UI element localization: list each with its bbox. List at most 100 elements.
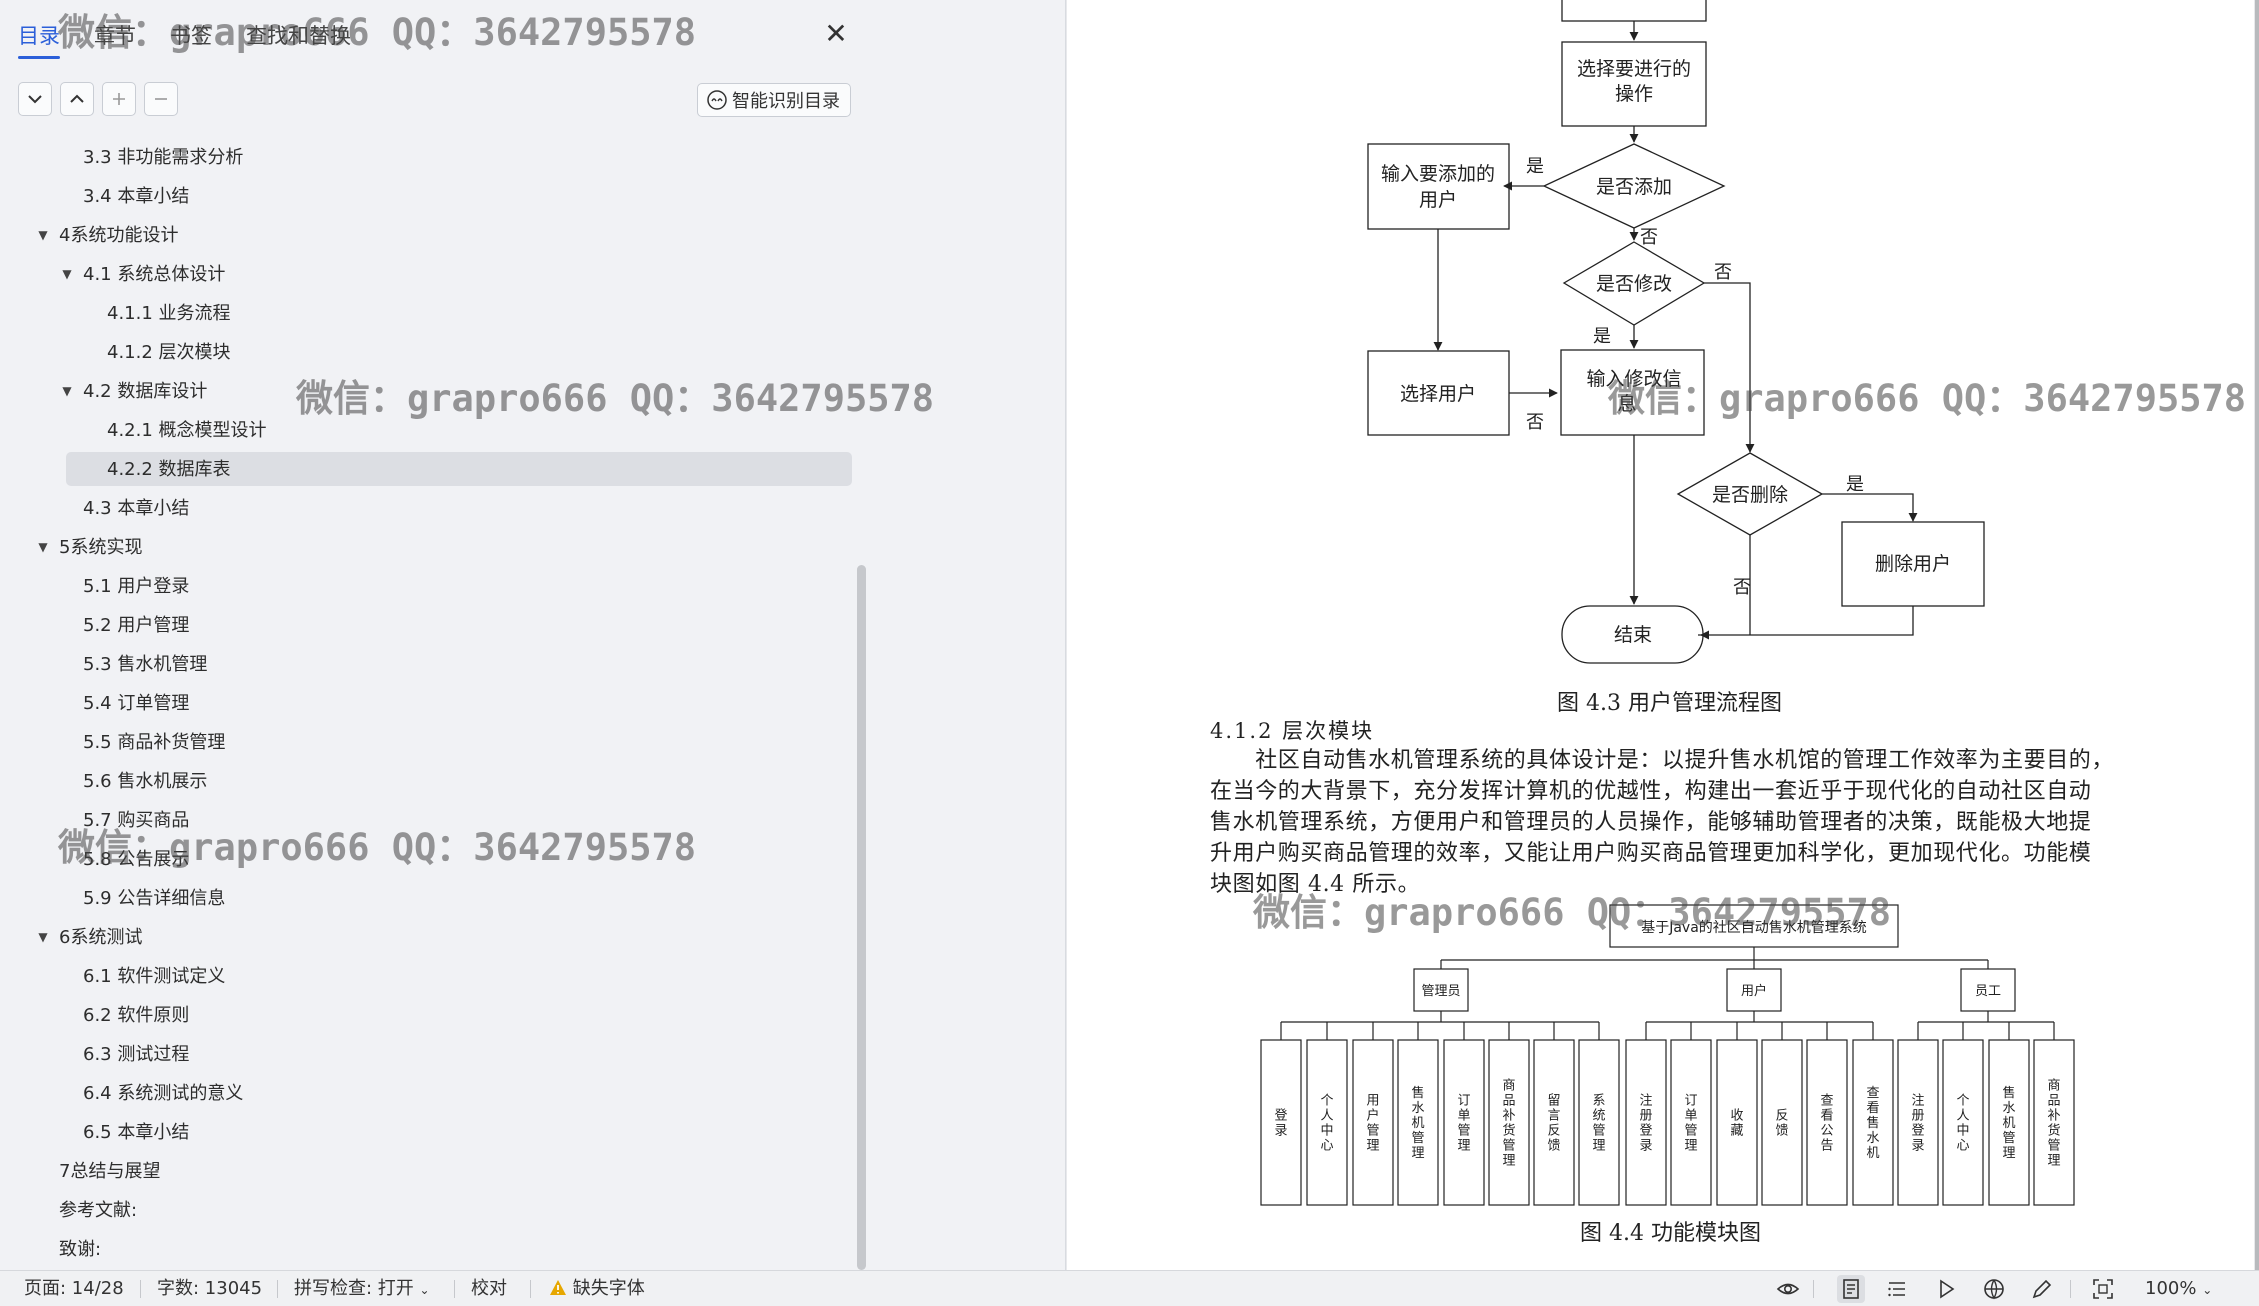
tab-find-replace[interactable]: 查找和替换 <box>246 16 351 56</box>
module-leaf-char: 订 <box>1457 1094 1470 1109</box>
close-icon[interactable]: ✕ <box>820 18 852 50</box>
word-count[interactable]: 字数: 13045 <box>157 1271 262 1306</box>
status-divider <box>277 1280 278 1298</box>
toc-item-label: 5.1 用户登录 <box>83 576 190 597</box>
document-page: 选择要进行的 操作 是否添加 输入要添加的 用户 是否修改 选择用户 输入修改信… <box>1067 0 2254 1270</box>
module-leaf-char: 理 <box>1457 1139 1470 1154</box>
module-leaf-char: 理 <box>2047 1154 2060 1169</box>
module-leaf-char: 录 <box>1274 1124 1287 1139</box>
nav-scrollbar[interactable] <box>857 565 866 1270</box>
module-leaf-char: 理 <box>1592 1139 1605 1154</box>
document-scrollbar[interactable] <box>2255 0 2259 1270</box>
toc-item[interactable]: 3.4 本章小结 <box>0 177 860 216</box>
module-group-label: 员工 <box>1975 984 2001 999</box>
toc-item[interactable]: 6.2 软件原则 <box>0 996 860 1035</box>
module-leaf-char: 藏 <box>1730 1124 1743 1139</box>
page-indicator[interactable]: 页面: 14/28 <box>24 1271 124 1306</box>
toc-item[interactable]: 致谢: <box>0 1230 860 1269</box>
outline-view-icon[interactable] <box>1885 1277 1909 1301</box>
toc-item[interactable]: ▼ 6系统测试 <box>0 918 860 957</box>
toc-item[interactable]: 5.2 用户管理 <box>0 606 860 645</box>
tab-toc[interactable]: 目录 <box>18 16 60 59</box>
module-leaf-char: 查 <box>1820 1094 1833 1109</box>
toc-item[interactable]: 6.1 软件测试定义 <box>0 957 860 996</box>
module-leaf-char: 管 <box>1411 1131 1424 1146</box>
expand-caret-icon[interactable]: ▼ <box>59 255 75 294</box>
module-leaf-char: 反 <box>1547 1124 1560 1139</box>
module-leaf-char: 管 <box>1684 1124 1697 1139</box>
spell-check-toggle[interactable]: 拼写检查: 打开 ⌄ <box>294 1271 430 1306</box>
module-leaf-char: 中 <box>1956 1124 1969 1139</box>
missing-font-button[interactable]: 缺失字体 <box>549 1271 645 1306</box>
plus-icon <box>113 93 125 105</box>
expand-caret-icon[interactable]: ▼ <box>35 918 51 957</box>
toc-item[interactable]: 4.3 本章小结 <box>0 489 860 528</box>
module-leaf-char: 馈 <box>1775 1124 1788 1139</box>
toc-item[interactable]: 4.1.1 业务流程 <box>0 294 860 333</box>
tab-bookmarks[interactable]: 书签 <box>170 16 212 56</box>
page-view-icon[interactable] <box>1837 1275 1865 1303</box>
toc-item-label: 5.3 售水机管理 <box>83 654 208 675</box>
toc-item-label: 6.3 测试过程 <box>83 1044 190 1065</box>
pen-icon[interactable] <box>2030 1277 2054 1301</box>
toc-item[interactable]: 4.2.1 概念模型设计 <box>0 411 860 450</box>
expand-caret-icon[interactable]: ▼ <box>35 216 51 255</box>
module-leaf-char: 管 <box>2002 1131 2015 1146</box>
chevron-up-icon <box>70 94 84 103</box>
toc-item[interactable]: 4.2.2 数据库表 <box>0 450 860 489</box>
smart-toc-button[interactable]: 智能识别目录 <box>697 83 851 117</box>
play-icon[interactable] <box>1934 1277 1958 1301</box>
module-leaf-char: 人 <box>1320 1109 1333 1124</box>
remove-heading-button[interactable] <box>144 82 178 116</box>
tab-chapters[interactable]: 章节 <box>94 16 136 56</box>
toc-item[interactable]: ▼ 4.1 系统总体设计 <box>0 255 860 294</box>
smart-bot-icon <box>707 90 727 110</box>
toc-item-label: 4.2.2 数据库表 <box>107 459 231 480</box>
fit-icon[interactable] <box>2091 1277 2115 1301</box>
status-divider <box>2070 1280 2071 1298</box>
toc-item[interactable]: 3.3 非功能需求分析 <box>0 138 860 177</box>
module-leaf-char: 售 <box>1411 1085 1424 1101</box>
toc-item[interactable]: 参考文献: <box>0 1191 860 1230</box>
module-leaf-char: 管 <box>1592 1124 1605 1139</box>
toc-item[interactable]: 6.5 本章小结 <box>0 1113 860 1152</box>
expand-all-button[interactable] <box>18 82 52 116</box>
eye-icon[interactable] <box>1776 1277 1800 1301</box>
toc-item[interactable]: 5.5 商品补货管理 <box>0 723 860 762</box>
globe-icon[interactable] <box>1982 1277 2006 1301</box>
add-heading-button[interactable] <box>102 82 136 116</box>
toc-item[interactable]: 5.4 订单管理 <box>0 684 860 723</box>
toc-item[interactable]: 5.9 公告详细信息 <box>0 879 860 918</box>
spell-check-label: 拼写检查: 打开 <box>294 1278 414 1299</box>
toc-item[interactable]: 6.4 系统测试的意义 <box>0 1074 860 1113</box>
toc-item[interactable]: 7总结与展望 <box>0 1152 860 1191</box>
expand-caret-icon[interactable]: ▼ <box>59 372 75 411</box>
module-leaf-char: 理 <box>1411 1146 1424 1161</box>
collapse-all-button[interactable] <box>60 82 94 116</box>
toc-item-label: 3.4 本章小结 <box>83 186 190 207</box>
toc-item[interactable]: ▼ 4.2 数据库设计 <box>0 372 860 411</box>
toc-item[interactable]: 5.6 售水机展示 <box>0 762 860 801</box>
module-leaf-char: 商 <box>1502 1079 1515 1094</box>
zoom-level[interactable]: 100% ⌄ <box>2145 1271 2212 1306</box>
module-leaf-char: 公 <box>1820 1124 1833 1139</box>
proofread-button[interactable]: 校对 <box>471 1271 507 1306</box>
expand-caret-icon[interactable]: ▼ <box>35 528 51 567</box>
toc-item[interactable]: ▼ 5系统实现 <box>0 528 860 567</box>
toc-item[interactable]: 6.3 测试过程 <box>0 1035 860 1074</box>
chevron-down-icon: ⌄ <box>2202 1283 2213 1297</box>
module-leaf-char: 册 <box>1639 1109 1652 1124</box>
status-divider <box>1813 1280 1814 1298</box>
toc-item[interactable]: 5.7 购买商品 <box>0 801 860 840</box>
toc-item[interactable]: 5.1 用户登录 <box>0 567 860 606</box>
module-leaf-char: 看 <box>1820 1108 1833 1124</box>
module-leaf-char: 水 <box>1411 1101 1424 1116</box>
toc-item[interactable]: 5.8 公告展示 <box>0 840 860 879</box>
toc-item[interactable]: ▼ 4系统功能设计 <box>0 216 860 255</box>
status-divider <box>454 1280 455 1298</box>
toc-item-label: 4.1 系统总体设计 <box>83 264 226 285</box>
toc-item[interactable]: 5.3 售水机管理 <box>0 645 860 684</box>
toc-item[interactable]: 4.1.2 层次模块 <box>0 333 860 372</box>
module-leaf-char: 理 <box>1684 1139 1697 1154</box>
toc-item-label: 4.3 本章小结 <box>83 498 190 519</box>
